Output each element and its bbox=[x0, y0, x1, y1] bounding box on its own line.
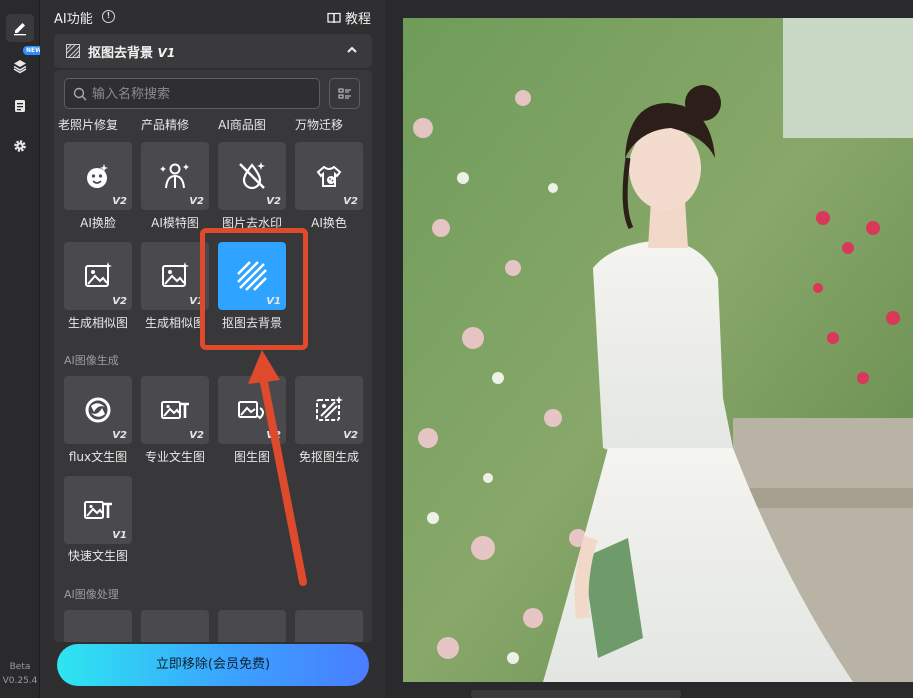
watermark-remove-icon bbox=[239, 162, 265, 190]
tile-processing-1[interactable] bbox=[64, 610, 132, 642]
panel-title: AI功能 bbox=[54, 12, 93, 27]
palette-icon bbox=[316, 165, 342, 187]
tile-flux[interactable]: V2 bbox=[64, 376, 132, 444]
tile-processing-2[interactable] bbox=[141, 610, 209, 642]
app-window: NEW Beta V0.25.4 AI功能 ! 教程 抠图去背景 V1 输入名称… bbox=[0, 0, 913, 698]
tile-label: 快速文生图 bbox=[67, 549, 128, 563]
search-input[interactable] bbox=[92, 84, 312, 104]
tile-ai-recolor[interactable]: V2 bbox=[295, 142, 363, 210]
tile-version: V2 bbox=[189, 196, 204, 207]
image-sparkle-icon bbox=[85, 262, 112, 287]
clipboard-icon bbox=[15, 100, 25, 112]
edit-tool-button[interactable] bbox=[6, 14, 34, 42]
group-label-processing: AI图像处理 bbox=[64, 588, 119, 601]
tile-ai-model[interactable]: V2 bbox=[141, 142, 209, 210]
tutorial-link[interactable]: 教程 bbox=[327, 8, 371, 27]
tutorial-label: 教程 bbox=[344, 12, 371, 27]
tile-pro-text-image[interactable]: V2 bbox=[141, 376, 209, 444]
annotation-highlight-box bbox=[200, 228, 308, 350]
version-number: V0.25.4 bbox=[2, 676, 38, 686]
tile-version: V2 bbox=[112, 296, 127, 307]
tile-version: V2 bbox=[112, 430, 127, 441]
layers-icon bbox=[13, 60, 27, 74]
gear-icon bbox=[14, 140, 26, 152]
top-row-labels: 老照片修复 产品精修 AI商品图 万物迁移 bbox=[54, 114, 372, 134]
group-label-generation: AI图像生成 bbox=[64, 354, 119, 367]
tile-version: V1 bbox=[112, 530, 127, 541]
tile-watermark-remove[interactable]: V2 bbox=[218, 142, 286, 210]
section-name-text: 抠图去背景 bbox=[88, 46, 154, 61]
text-image-icon bbox=[84, 501, 112, 519]
info-icon[interactable]: ! bbox=[102, 10, 115, 23]
pencil-icon bbox=[14, 23, 26, 36]
tile-version: V2 bbox=[266, 430, 281, 441]
tile-version: V2 bbox=[343, 430, 358, 441]
model-icon bbox=[160, 163, 189, 189]
version-beta: Beta bbox=[9, 662, 31, 672]
image-sparkle-icon bbox=[162, 262, 189, 287]
tile-ai-face-swap[interactable]: V2 bbox=[64, 142, 132, 210]
layers-tool-button[interactable]: NEW bbox=[6, 46, 45, 80]
flux-icon bbox=[85, 397, 111, 423]
list-view-button[interactable] bbox=[329, 78, 360, 109]
tile-quick-text-image[interactable]: V1 bbox=[64, 476, 132, 544]
tile-cutout-gen[interactable]: V2 bbox=[295, 376, 363, 444]
settings-tool-button[interactable] bbox=[6, 132, 34, 160]
text-image-icon bbox=[161, 401, 189, 419]
panel-header: AI功能 ! 教程 bbox=[40, 0, 385, 32]
tile-similar-v1[interactable]: V1 bbox=[141, 242, 209, 310]
section-version: V1 bbox=[157, 46, 176, 60]
book-icon bbox=[327, 12, 341, 23]
function-dropdown: 老照片修复 产品精修 AI商品图 万物迁移 V2 AI换脸 V2 AI模特图 V… bbox=[54, 70, 372, 642]
chevron-up-icon[interactable] bbox=[346, 44, 358, 56]
list-icon bbox=[338, 88, 351, 98]
tile-similar-v2[interactable]: V2 bbox=[64, 242, 132, 310]
section-selector[interactable]: 抠图去背景 V1 bbox=[54, 34, 372, 68]
tile-version: V2 bbox=[266, 196, 281, 207]
tile-version: V2 bbox=[112, 196, 127, 207]
canvas-scrollbar[interactable] bbox=[471, 690, 681, 698]
tile-version: V2 bbox=[343, 196, 358, 207]
image-canvas bbox=[385, 0, 913, 698]
section-name: 抠图去背景 V1 bbox=[88, 42, 175, 61]
tool-rail: NEW Beta V0.25.4 bbox=[0, 0, 45, 698]
remove-now-button[interactable]: 立即移除(会员免费) bbox=[57, 644, 369, 686]
stripes-icon bbox=[66, 44, 80, 58]
search-icon bbox=[73, 87, 87, 101]
tile-label: 免抠图生成 bbox=[298, 450, 359, 464]
notes-tool-button[interactable] bbox=[6, 92, 34, 120]
face-icon bbox=[87, 164, 108, 188]
tile-processing-3[interactable] bbox=[218, 610, 286, 642]
photo-woman-in-garden bbox=[403, 18, 913, 682]
tile-processing-4[interactable] bbox=[295, 610, 363, 642]
search-box[interactable] bbox=[64, 78, 320, 109]
image-to-image-icon bbox=[238, 401, 264, 420]
source-photo[interactable] bbox=[403, 18, 913, 682]
tile-image-to-image[interactable]: V2 bbox=[218, 376, 286, 444]
cutout-gen-icon bbox=[316, 396, 343, 421]
tile-version: V2 bbox=[189, 430, 204, 441]
label-migration[interactable]: 万物迁移 bbox=[274, 116, 364, 133]
